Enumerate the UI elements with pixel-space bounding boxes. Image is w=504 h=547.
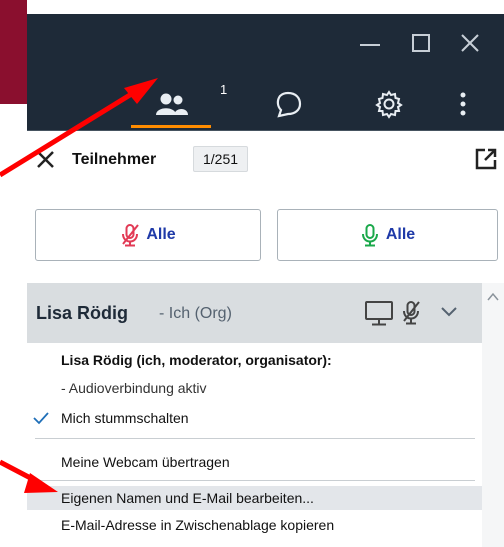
popout-button[interactable] — [472, 145, 500, 173]
menu-separator — [35, 438, 475, 439]
minimize-button[interactable] — [353, 26, 387, 60]
menu-item-webcam[interactable]: Meine Webcam übertragen — [27, 450, 482, 474]
microphone-muted-icon — [122, 224, 140, 247]
maximize-icon — [412, 34, 430, 52]
scrollbar[interactable] — [482, 283, 504, 547]
participant-context-menu: Lisa Rödig (ich, moderator, organisator)… — [27, 343, 482, 547]
checkmark-icon — [33, 412, 49, 425]
participant-role: - Ich (Org) — [159, 305, 232, 322]
more-options-button[interactable] — [450, 82, 476, 126]
toolbar — [27, 75, 504, 130]
screen-share-icon[interactable] — [363, 299, 395, 327]
background-page — [0, 104, 30, 547]
close-window-button[interactable] — [453, 26, 487, 60]
more-vertical-icon — [460, 92, 466, 116]
gear-icon — [375, 90, 403, 119]
microphone-icon — [361, 224, 378, 247]
participants-count-badge: 1 — [220, 82, 228, 97]
menu-item-mute-self[interactable]: Mich stummschalten — [27, 406, 482, 430]
chat-button[interactable] — [268, 82, 308, 126]
participant-row[interactable]: Lisa Rödig - Ich (Org) — [27, 283, 482, 343]
settings-button[interactable] — [369, 82, 409, 126]
maximize-button[interactable] — [404, 26, 438, 60]
close-icon — [37, 151, 54, 168]
scroll-up-icon[interactable] — [486, 290, 500, 304]
close-icon — [461, 34, 479, 52]
close-panel-button[interactable] — [32, 145, 60, 173]
unmute-all-label: Alle — [385, 226, 416, 243]
menu-item-edit-name[interactable]: Eigenen Namen und E-Mail bearbeiten... — [27, 486, 482, 510]
chat-bubble-icon — [276, 91, 302, 118]
mute-all-label: Alle — [146, 226, 176, 243]
popout-icon — [475, 148, 497, 170]
microphone-muted-icon[interactable] — [400, 299, 422, 327]
menu-heading: Lisa Rödig (ich, moderator, organisator)… — [61, 352, 332, 368]
mute-all-button[interactable]: Alle — [35, 209, 261, 261]
chevron-down-icon[interactable] — [439, 305, 459, 319]
participants-button[interactable] — [150, 82, 194, 126]
unmute-all-button[interactable]: Alle — [277, 209, 498, 261]
menu-audio-status: - Audioverbindung aktiv — [61, 380, 207, 396]
active-tab-indicator — [131, 125, 211, 128]
participant-count: 1/251 — [193, 146, 249, 172]
people-icon — [156, 93, 188, 115]
minimize-icon — [360, 44, 380, 46]
panel-header: Teilnehmer 1/251 — [27, 131, 504, 189]
menu-separator — [35, 480, 475, 481]
participant-name: Lisa Rödig — [36, 303, 129, 323]
panel-title: Teilnehmer — [72, 151, 157, 168]
menu-item-copy-email[interactable]: E-Mail-Adresse in Zwischenablage kopiere… — [27, 514, 482, 536]
